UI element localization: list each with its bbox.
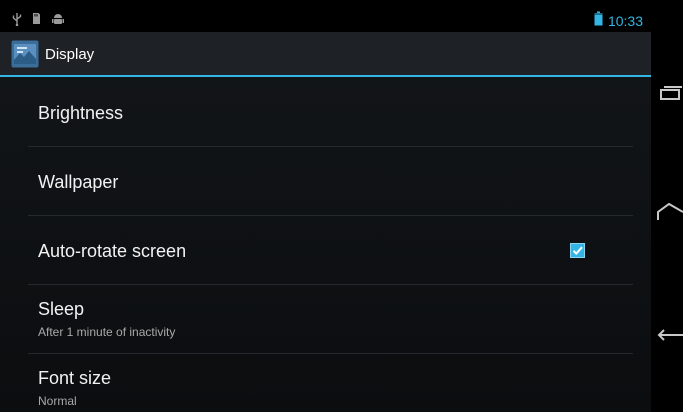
recent-apps-icon[interactable]	[655, 80, 683, 108]
page-title: Display	[45, 46, 95, 63]
battery-icon	[594, 11, 603, 31]
notification-icons	[12, 12, 65, 31]
setting-summary: Normal	[38, 394, 77, 408]
navigation-bar	[651, 10, 683, 412]
setting-title: Sleep	[38, 299, 85, 319]
status-clock: 10:33	[607, 13, 643, 29]
system-status: 10:33	[594, 11, 643, 31]
home-icon[interactable]	[655, 200, 683, 228]
setting-title: Font size	[38, 368, 112, 388]
sd-card-icon	[32, 12, 41, 30]
setting-font-size[interactable]: Font size Normal	[0, 354, 651, 412]
setting-auto-rotate[interactable]: Auto-rotate screen	[0, 216, 651, 284]
setting-brightness[interactable]: Brightness	[0, 77, 651, 146]
action-bar: Display	[0, 32, 651, 77]
auto-rotate-checkbox[interactable]	[570, 243, 585, 258]
setting-title: Wallpaper	[38, 172, 119, 192]
setting-sleep[interactable]: Sleep After 1 minute of inactivity	[0, 285, 651, 353]
setting-summary: After 1 minute of inactivity	[38, 325, 176, 339]
display-settings-icon[interactable]	[11, 40, 39, 68]
setting-title: Brightness	[38, 103, 124, 123]
android-screen: 10:33 Display Brightness Wallpaper Auto-…	[0, 0, 683, 412]
setting-wallpaper[interactable]: Wallpaper	[0, 147, 651, 215]
back-icon[interactable]	[655, 320, 683, 348]
setting-title: Auto-rotate screen	[38, 241, 187, 261]
usb-icon	[12, 12, 22, 31]
android-debug-icon	[51, 12, 65, 31]
settings-list: Brightness Wallpaper Auto-rotate screen …	[0, 77, 651, 412]
status-bar: 10:33	[0, 10, 651, 32]
